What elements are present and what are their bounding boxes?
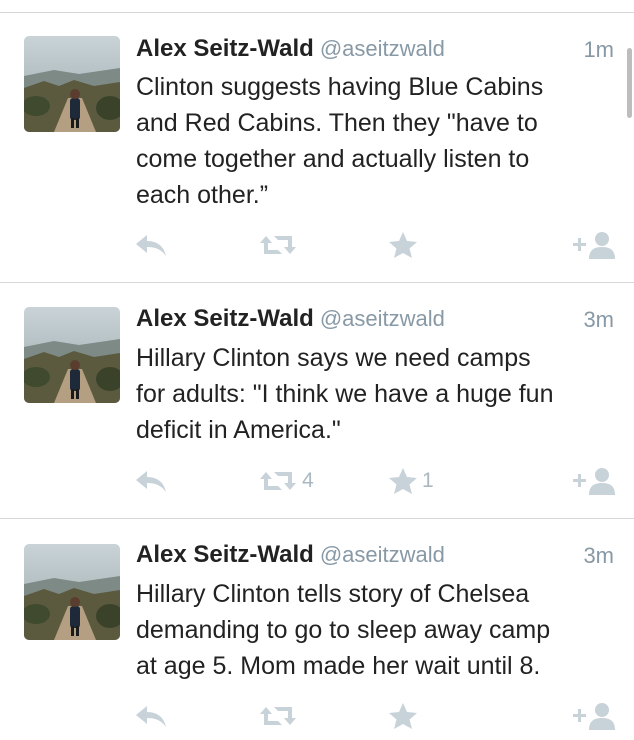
timestamp: 3m — [583, 543, 614, 568]
favorite-button[interactable] — [388, 229, 422, 261]
favorite-button[interactable]: 1 — [388, 465, 434, 497]
favorite-count: 1 — [422, 469, 434, 492]
tweet-text-line: Hillary Clinton says we need camps — [136, 344, 531, 372]
retweet-icon — [260, 236, 296, 254]
follow-icon — [573, 468, 615, 495]
reply-button[interactable] — [134, 700, 168, 732]
tweet-text-line: deficit in America." — [136, 416, 341, 444]
tweet-actions: 4 1 — [0, 465, 634, 497]
reply-button[interactable] — [134, 465, 168, 497]
avatar[interactable] — [24, 544, 120, 640]
follow-button[interactable] — [572, 700, 618, 732]
tweet-header: Alex Seitz-Wald @aseitzwald 3m — [136, 541, 614, 571]
avatar[interactable] — [24, 36, 120, 132]
tweet-actions — [0, 700, 634, 732]
tweet-text-line: demanding to go to sleep away camp — [136, 616, 551, 644]
tweet-item[interactable]: Alex Seitz-Wald @aseitzwald 1m Clinton su… — [0, 13, 634, 283]
retweet-icon — [260, 472, 296, 490]
retweet-icon — [260, 707, 296, 725]
timestamp: 3m — [583, 307, 614, 332]
avatar-photo — [24, 36, 120, 132]
star-icon — [389, 232, 417, 258]
tweet-text: Hillary Clinton says we need camps for a… — [136, 340, 616, 448]
avatar[interactable] — [24, 307, 120, 403]
avatar-photo — [24, 544, 120, 640]
tweet-text: Hillary Clinton tells story of Chelsea d… — [136, 576, 616, 684]
author-name[interactable]: Alex Seitz-Wald — [136, 35, 314, 62]
tweet-header: Alex Seitz-Wald @aseitzwald 1m — [136, 35, 614, 65]
star-icon — [389, 468, 417, 494]
reply-icon — [136, 471, 166, 492]
tweet-text-line: each other.” — [136, 181, 269, 209]
tweet-feed: Alex Seitz-Wald @aseitzwald 1m Clinton su… — [0, 0, 634, 740]
tweet-actions — [0, 229, 634, 261]
follow-icon — [573, 703, 615, 730]
favorite-button[interactable] — [388, 700, 422, 732]
tweet-header: Alex Seitz-Wald @aseitzwald 3m — [136, 305, 614, 335]
author-name[interactable]: Alex Seitz-Wald — [136, 305, 314, 332]
retweet-button[interactable] — [258, 700, 302, 732]
tweet-text-line: Clinton suggests having Blue Cabins — [136, 73, 544, 101]
retweet-button[interactable]: 4 — [258, 465, 314, 497]
retweet-button[interactable] — [258, 229, 302, 261]
tweet-text: Clinton suggests having Blue Cabins and … — [136, 69, 616, 213]
timestamp: 1m — [583, 37, 614, 62]
follow-button[interactable] — [572, 229, 618, 261]
tweet-text-line: and Red Cabins. Then they "have to — [136, 109, 538, 137]
star-icon — [389, 703, 417, 729]
reply-button[interactable] — [134, 229, 168, 261]
author-handle[interactable]: @aseitzwald — [320, 36, 445, 61]
avatar-photo — [24, 307, 120, 403]
tweet-item[interactable]: Alex Seitz-Wald @aseitzwald 3m Hillary Cl… — [0, 519, 634, 740]
tweet-item[interactable]: Alex Seitz-Wald @aseitzwald 3m Hillary Cl… — [0, 283, 634, 519]
tweet-text-line: at age 5. Mom made her wait until 8. — [136, 652, 541, 680]
reply-icon — [136, 706, 166, 727]
follow-button[interactable] — [572, 465, 618, 497]
follow-icon — [573, 232, 615, 259]
author-handle[interactable]: @aseitzwald — [320, 542, 445, 567]
author-name[interactable]: Alex Seitz-Wald — [136, 541, 314, 568]
tweet-text-line: for adults: "I think we have a huge fun — [136, 380, 554, 408]
author-handle[interactable]: @aseitzwald — [320, 306, 445, 331]
tweet-text-line: come together and actually listen to — [136, 145, 530, 173]
tweet-text-line: Hillary Clinton tells story of Chelsea — [136, 580, 530, 608]
retweet-count: 4 — [302, 469, 314, 492]
reply-icon — [136, 235, 166, 256]
